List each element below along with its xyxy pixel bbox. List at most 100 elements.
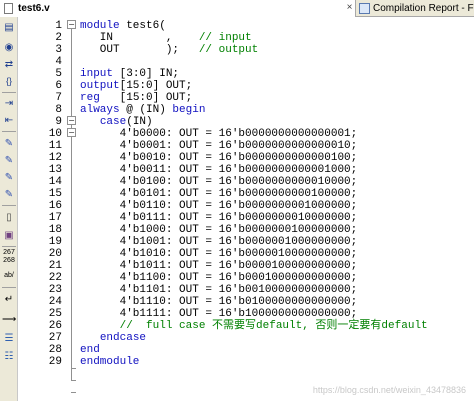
line-number: 2: [55, 32, 62, 44]
line-number: 14: [48, 176, 62, 188]
code-line[interactable]: 4'b0000: OUT = 16'b0000000000000001;: [80, 128, 358, 140]
code-token: 4'b1010: OUT = 16'b0000010000000000;: [80, 248, 358, 260]
line-number: 5: [55, 68, 62, 80]
tab-compilation-report[interactable]: Compilation Report - Flow Summ: [357, 0, 474, 17]
fold-end-case: [71, 368, 76, 369]
code-line[interactable]: case(IN): [80, 116, 153, 128]
code-line[interactable]: IN , // input: [80, 32, 252, 44]
line-numbers-label-b: 268: [3, 257, 15, 264]
code-token: 4'b1000: OUT = 16'b0000000100000000;: [80, 224, 358, 236]
brace-icon[interactable]: {}: [2, 75, 16, 88]
code-line[interactable]: 4'b0100: OUT = 16'b0000000000010000;: [80, 176, 358, 188]
line-number: 4: [55, 56, 62, 68]
fold-end-always: [71, 380, 76, 381]
keyword-token: module: [80, 20, 120, 32]
insert-file-icon[interactable]: ▣: [2, 229, 16, 242]
code-token: 4'b0011: OUT = 16'b0000000000001000;: [80, 164, 358, 176]
toolbar-separator: [2, 92, 16, 93]
code-line[interactable]: 4'b0001: OUT = 16'b0000000000000010;: [80, 140, 358, 152]
line-number: 8: [55, 104, 62, 116]
unindent-icon[interactable]: ⇤: [2, 114, 16, 127]
code-line[interactable]: 4'b1101: OUT = 16'b0010000000000000;: [80, 284, 358, 296]
bookmark-toggle-icon[interactable]: ✎: [2, 137, 16, 150]
toolbar-separator: [2, 205, 16, 206]
code-line[interactable]: 4'b0011: OUT = 16'b0000000000001000;: [80, 164, 358, 176]
fold-toggle-case[interactable]: −: [67, 128, 76, 137]
code-line[interactable]: 4'b1001: OUT = 16'b0000001000000000;: [80, 236, 358, 248]
keyword-token: reg: [80, 92, 100, 104]
code-line[interactable]: 4'b0010: OUT = 16'b0000000000000100;: [80, 152, 358, 164]
code-line[interactable]: input [3:0] IN;: [80, 68, 179, 80]
fold-toggle-always[interactable]: −: [67, 116, 76, 125]
comment-token: // full case 不需要写default, 否则一定要有default: [119, 320, 428, 332]
code-token: [3:0] IN;: [113, 68, 180, 80]
code-line[interactable]: module test6(: [80, 20, 166, 32]
code-line[interactable]: endmodule: [80, 356, 139, 368]
wrap-icon[interactable]: ↵: [2, 293, 16, 306]
code-token: (IN): [126, 116, 153, 128]
code-line[interactable]: endcase: [80, 332, 146, 344]
bookmark-clear-icon[interactable]: ✎: [2, 188, 16, 201]
code-line[interactable]: 4'b0110: OUT = 16'b0000000001000000;: [80, 200, 358, 212]
toolbar-separator: [2, 246, 16, 247]
line-number: 12: [48, 152, 62, 164]
code-line[interactable]: 4'b0111: OUT = 16'b0000000010000000;: [80, 212, 358, 224]
tab-bar: test6.v × Compilation Report - Flow Summ: [0, 0, 474, 17]
code-token: 4'b0000: OUT = 16'b0000000000000001;: [80, 128, 358, 140]
bookmark-next-icon[interactable]: ✎: [2, 154, 16, 167]
code-editor[interactable]: module test6( IN , // input OUT ); // ou…: [80, 17, 474, 401]
list-numbered-icon[interactable]: ☷: [2, 350, 16, 363]
comment-token: // output: [198, 44, 259, 56]
line-number: 7: [55, 92, 62, 104]
code-line[interactable]: 4'b1010: OUT = 16'b0000010000000000;: [80, 248, 358, 260]
code-token: 4'b1001: OUT = 16'b0000001000000000;: [80, 236, 358, 248]
bookmark-prev-icon[interactable]: ✎: [2, 171, 16, 184]
line-numbers-label-a: 267: [3, 249, 15, 256]
code-line[interactable]: OUT ); // output: [80, 44, 258, 56]
code-line[interactable]: output[15:0] OUT;: [80, 80, 192, 92]
code-line[interactable]: 4'b1000: OUT = 16'b0000000100000000;: [80, 224, 358, 236]
code-token: 4'b1100: OUT = 16'b0001000000000000;: [80, 272, 358, 284]
indent-icon[interactable]: ⇥: [2, 97, 16, 110]
code-line[interactable]: end: [80, 344, 100, 356]
line-number: 13: [48, 164, 62, 176]
fold-toggle-module[interactable]: −: [67, 20, 76, 29]
code-line[interactable]: reg [15:0] OUT;: [80, 92, 192, 104]
code-token: 4'b1101: OUT = 16'b0010000000000000;: [80, 284, 358, 296]
toggle-line-icon[interactable]: ⟶: [2, 313, 16, 326]
line-number: 1: [55, 20, 62, 32]
tab-compilation-report-label: Compilation Report - Flow Summ: [373, 3, 474, 14]
code-line[interactable]: 4'b1111: OUT = 16'b1000000000000000;: [80, 308, 358, 320]
close-icon[interactable]: ×: [344, 2, 355, 14]
code-token: OUT );: [80, 44, 199, 56]
code-line[interactable]: 4'b1110: OUT = 16'b0100000000000000;: [80, 296, 358, 308]
keyword-token: always: [80, 104, 120, 116]
verilog-file-icon: [4, 3, 13, 14]
line-number: 22: [48, 272, 62, 284]
line-number: 27: [48, 332, 62, 344]
binoculars-icon[interactable]: ◉: [2, 41, 16, 54]
open-icon[interactable]: ▤: [2, 21, 16, 34]
code-line[interactable]: always @ (IN) begin: [80, 104, 205, 116]
line-numbers-icon[interactable]: 267 268: [2, 249, 16, 265]
code-line[interactable]: 4'b1011: OUT = 16'b0000100000000000;: [80, 260, 358, 272]
keyword-token: begin: [172, 104, 206, 116]
tab-test6[interactable]: test6.v ×: [0, 0, 356, 17]
line-number: 23: [48, 284, 62, 296]
code-token: [15:0] OUT;: [119, 80, 193, 92]
code-line[interactable]: 4'b0101: OUT = 16'b0000000000100000;: [80, 188, 358, 200]
code-line[interactable]: 4'b1100: OUT = 16'b0001000000000000;: [80, 272, 358, 284]
watermark: https://blog.csdn.net/weixin_43478836: [312, 385, 466, 395]
fold-line: [71, 25, 72, 380]
insert-template-icon[interactable]: ▯: [2, 211, 16, 224]
keyword-token: case: [99, 116, 127, 128]
abc-icon[interactable]: ab/: [2, 269, 16, 282]
code-line[interactable]: // full case 不需要写default, 否则一定要有default: [80, 320, 428, 332]
list-icon[interactable]: ☰: [2, 332, 16, 345]
line-number: 11: [48, 140, 62, 152]
replace-icon[interactable]: ⇄: [2, 58, 16, 71]
code-token: 4'b1011: OUT = 16'b0000100000000000;: [80, 260, 358, 272]
line-number: 29: [48, 356, 62, 368]
line-number: 25: [48, 308, 62, 320]
